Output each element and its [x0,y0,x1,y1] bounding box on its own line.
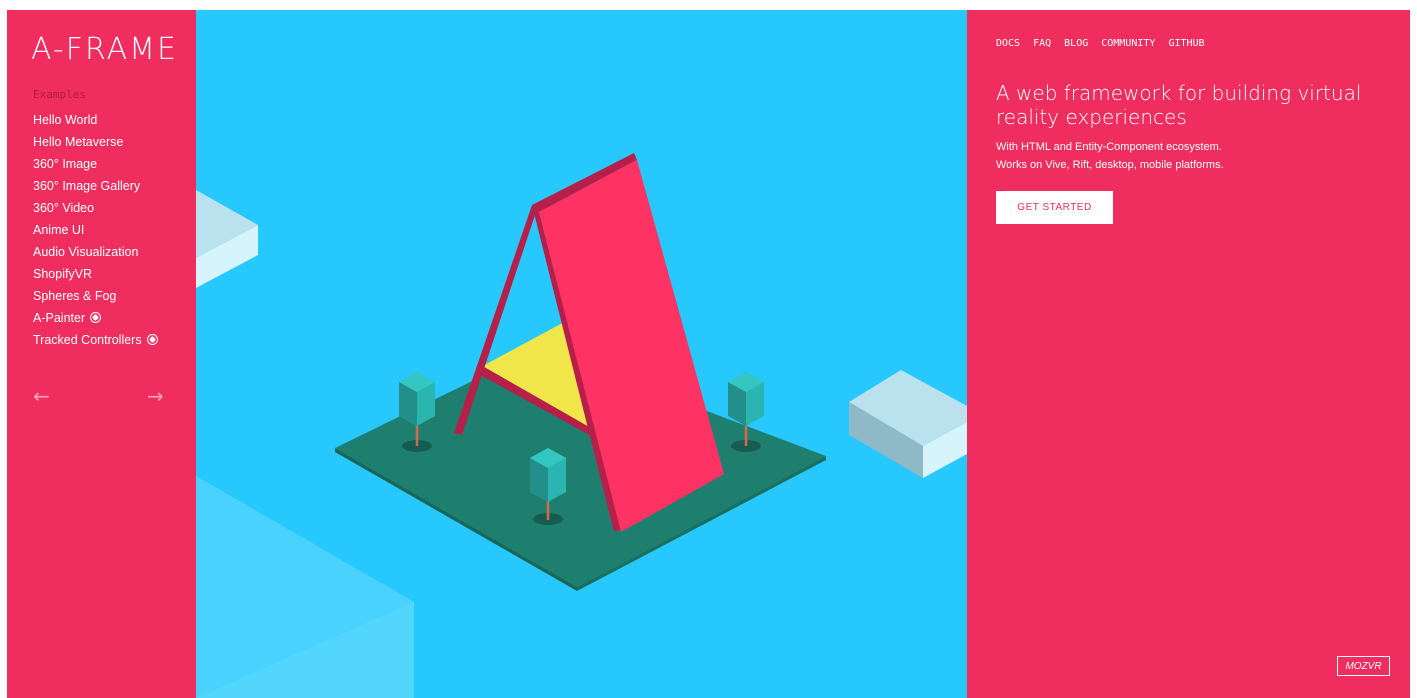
example-link[interactable]: Spheres & Fog [33,285,158,307]
example-link[interactable]: Anime UI [33,219,158,241]
example-label: 360° Video [33,201,95,215]
example-link[interactable]: Hello Metaverse [33,131,158,153]
nav-link-community[interactable]: COMMUNITY [1101,38,1155,49]
example-link[interactable]: A-Painter [33,307,158,329]
tagline-1: With HTML and Entity-Component ecosystem… [996,141,1222,153]
example-link[interactable]: Tracked Controllers [33,329,158,351]
example-label: Audio Visualization [33,245,139,259]
tagline-2: Works on Vive, Rift, desktop, mobile pla… [996,159,1224,171]
example-link[interactable]: Hello World [33,109,158,131]
example-list: Hello World Hello Metaverse 360° Image 360°… [33,109,158,351]
logo[interactable]: A-FRAME [31,32,178,67]
nav-link-docs[interactable]: DOCS [996,38,1020,49]
next-example-arrow-icon[interactable]: → [147,384,164,408]
vr-headset-icon [90,312,102,323]
example-label: Spheres & Fog [33,289,117,303]
example-link[interactable]: Audio Visualization [33,241,158,263]
nav-link-blog[interactable]: BLOG [1064,38,1088,49]
sidebar: A-FRAME Examples Hello World Hello Metave… [7,10,196,698]
nav-link-faq[interactable]: FAQ [1033,38,1051,49]
example-label: A-Painter [33,311,86,325]
app-frame: A-FRAME Examples Hello World Hello Metave… [7,10,1410,698]
example-label: Tracked Controllers [33,333,142,347]
example-label: Hello Metaverse [33,135,124,149]
vr-headset-icon [146,334,158,345]
example-label: ShopifyVR [33,267,93,281]
example-label: Anime UI [33,223,85,237]
top-nav: DOCS FAQ BLOG COMMUNITY GITHUB [996,38,1218,49]
example-label: Hello World [33,113,98,127]
example-label: 360° Image Gallery [33,179,141,193]
nav-link-github[interactable]: GITHUB [1168,38,1204,49]
prev-example-arrow-icon[interactable]: ← [33,384,50,408]
example-label: 360° Image [33,157,98,171]
examples-heading: Examples [33,88,86,101]
get-started-button[interactable]: GET STARTED [996,191,1113,224]
example-link[interactable]: 360° Image Gallery [33,175,158,197]
example-link[interactable]: 360° Image [33,153,158,175]
scene-illustration [196,153,967,698]
headline: A web framework for building virtual rea… [996,81,1362,129]
example-link[interactable]: 360° Video [33,197,158,219]
mozvr-badge[interactable]: MOZVR [1337,656,1390,676]
vr-scene[interactable] [196,10,967,698]
example-link[interactable]: ShopifyVR [33,263,158,285]
info-panel: DOCS FAQ BLOG COMMUNITY GITHUB A web framewo… [967,10,1410,698]
